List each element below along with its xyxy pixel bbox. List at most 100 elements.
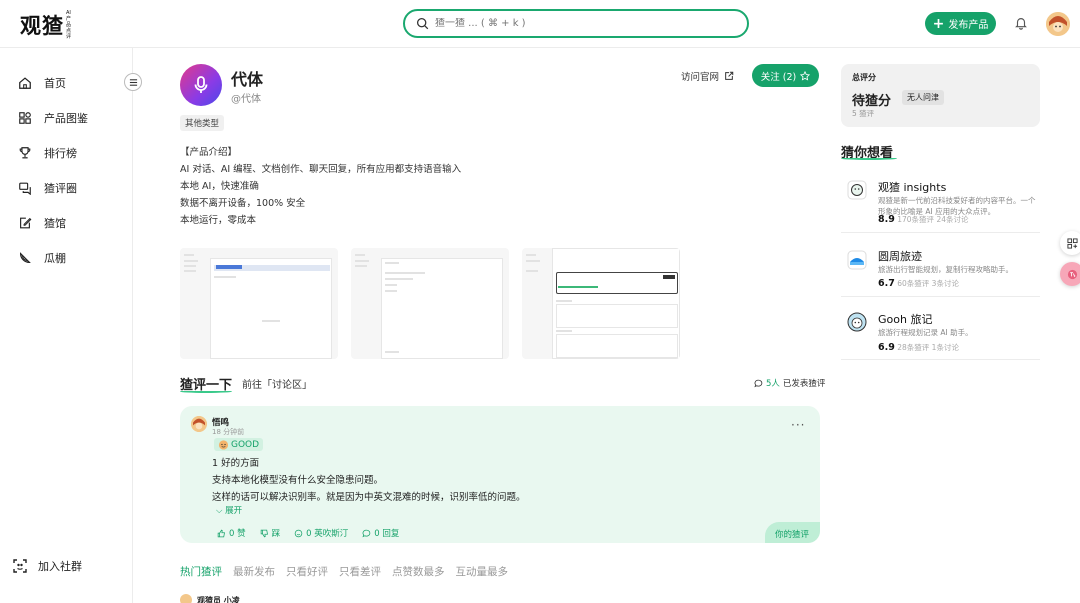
- screenshot-gallery: [180, 248, 680, 359]
- search-bar[interactable]: [403, 9, 749, 38]
- recommend-meta: 6.7 60条猹评 3条讨论: [878, 278, 959, 289]
- product-screenshot[interactable]: [180, 248, 338, 359]
- goto-discussion-link[interactable]: 前往「讨论区」: [242, 376, 312, 391]
- reviewer-avatar[interactable]: [191, 416, 207, 432]
- rating-badge: GOOD: [214, 438, 264, 451]
- recommend-reviews: 28条猹评: [897, 343, 930, 352]
- recommend-discuss: 24条讨论: [936, 215, 969, 224]
- score-review-count: 5 猹评: [852, 109, 875, 118]
- join-community-button[interactable]: 加入社群: [12, 558, 82, 574]
- external-link-icon: [725, 71, 734, 80]
- tab-hot[interactable]: 热门猹评: [180, 564, 222, 579]
- next-reviewer-avatar[interactable]: [180, 594, 192, 603]
- smile-icon: [294, 529, 303, 537]
- sidebar-item-label: 瓜棚: [44, 252, 66, 265]
- recommend-name: Gooh 旅记: [878, 313, 933, 326]
- interesting-button[interactable]: 0 英吹斯汀: [294, 527, 348, 539]
- product-thumb-icon: [847, 312, 867, 332]
- scan-icon: [13, 559, 27, 573]
- interesting-count: 0 英吹斯汀: [306, 529, 349, 539]
- expand-label: 展开: [225, 506, 243, 516]
- recommend-score: 8.9: [878, 214, 895, 225]
- logo-text: 观猹: [20, 13, 64, 38]
- tab-most-interaction[interactable]: 互动量最多: [456, 564, 509, 579]
- sidebar-item-products[interactable]: 产品图鉴: [18, 110, 88, 126]
- product-description: 【产品介绍】 AI 对话、AI 编程、文档创作、聊天回复，所有应用都支持语音输入…: [180, 144, 461, 229]
- score-label: 总评分: [852, 73, 876, 82]
- join-label: 加入社群: [38, 560, 82, 573]
- apps-icon: [1066, 237, 1078, 249]
- user-avatar[interactable]: [1046, 12, 1070, 36]
- visit-website-link[interactable]: 访问官网: [681, 69, 734, 83]
- title-underline: [841, 157, 897, 160]
- chat-icon: [19, 182, 31, 195]
- sidebar-item-label: 猹评圈: [44, 182, 77, 195]
- description-line: 本地运行，零成本: [180, 215, 257, 226]
- product-category-tag[interactable]: 其他类型: [180, 115, 225, 131]
- tab-most-liked[interactable]: 点赞数最多: [392, 564, 445, 579]
- description-line: 【产品介绍】: [180, 147, 238, 158]
- reply-button[interactable]: 0 回复: [362, 527, 399, 539]
- sidebar-item-hall[interactable]: 猹馆: [18, 215, 66, 231]
- sidebar-item-review-circle[interactable]: 猹评圈: [18, 180, 77, 196]
- review-sort-tabs: 热门猹评 最新发布 只看好评 只看差评 点赞数最多 互动量最多: [180, 564, 508, 579]
- description-line: 数据不离开设备，100% 安全: [180, 198, 306, 209]
- more-options-icon[interactable]: ···: [791, 418, 805, 432]
- recommend-discuss: 3条讨论: [931, 279, 959, 288]
- collapse-sidebar-button[interactable]: [124, 73, 142, 91]
- comment-icon: [754, 379, 763, 387]
- recommend-item[interactable]: 观猹 insights 观猹是新一代前沿科技爱好者的内容平台。一个形象的比喻是 …: [841, 170, 1040, 233]
- review-section-title: 猹评一下: [180, 374, 232, 393]
- follow-button[interactable]: 关注 (2): [752, 64, 819, 87]
- sidebar-item-label: 排行榜: [44, 147, 77, 160]
- dislike-button[interactable]: 踩: [260, 527, 281, 539]
- score-value: 待猹分: [852, 94, 892, 109]
- recommend-item[interactable]: 圆周旅迹 旅游出行智能规划，复制行程攻略助手。 6.7 60条猹评 3条讨论: [841, 234, 1040, 297]
- next-reviewer-name[interactable]: 观猹员 小凌: [197, 595, 240, 603]
- your-review-tag: 你的猹评: [765, 522, 820, 543]
- recommend-meta: 8.9 170条猹评 24条讨论: [878, 214, 969, 225]
- description-line: AI 对话、AI 编程、文档创作、聊天回复，所有应用都支持语音输入: [180, 164, 462, 175]
- thumbs-down-icon: [260, 529, 268, 537]
- product-screenshot[interactable]: [351, 248, 509, 359]
- expand-button[interactable]: ⌵ 展开: [216, 504, 242, 516]
- dislike-label: 踩: [271, 529, 281, 539]
- review-card: 悟鸣 18 分钟前 GOOD 1 好的方面 支持本地化模型没有什么安全隐患问题。…: [180, 406, 820, 543]
- product-screenshot[interactable]: [522, 248, 680, 359]
- publish-label: 发布产品: [948, 20, 989, 31]
- like-count: 0 赞: [229, 529, 246, 539]
- floating-apps-button[interactable]: [1060, 231, 1080, 255]
- review-actions: 0 赞 踩 0 英吹斯汀 0 回复: [217, 527, 399, 539]
- recommend-desc: 旅游出行智能规划，复制行程攻略助手。: [878, 265, 1013, 274]
- rating-emoji-icon: [218, 440, 229, 450]
- sidebar-item-label: 产品图鉴: [44, 112, 88, 125]
- translate-icon: [1067, 269, 1077, 279]
- tab-negative[interactable]: 只看差评: [339, 564, 381, 579]
- star-icon: [800, 70, 811, 81]
- sidebar-item-home[interactable]: 首页: [18, 75, 66, 91]
- sidebar-item-melon[interactable]: 瓜棚: [18, 250, 66, 266]
- review-line: 1 好的方面: [212, 458, 260, 469]
- next-review-preview: 观猹员 小凌: [180, 594, 240, 603]
- like-button[interactable]: 0 赞: [217, 527, 246, 539]
- site-logo[interactable]: 观猹 AI产品点评: [20, 10, 74, 40]
- recommend-item[interactable]: Gooh 旅记 旅游行程规划记录 AI 助手。 6.9 28条猹评 1条讨论: [841, 298, 1040, 360]
- reply-count: 0 回复: [374, 529, 400, 539]
- top-header: 观猹 AI产品点评 + 发布产品: [0, 0, 1080, 48]
- review-count-number: 5人: [766, 379, 780, 389]
- publish-product-button[interactable]: + 发布产品: [925, 12, 996, 35]
- tab-latest[interactable]: 最新发布: [233, 564, 275, 579]
- bell-icon[interactable]: [1014, 16, 1028, 30]
- edit-icon: [20, 217, 32, 229]
- floating-translate-button[interactable]: [1060, 262, 1080, 286]
- recommend-score: 6.9: [878, 342, 895, 353]
- logo-tagline: AI产品点评: [66, 10, 72, 40]
- tab-positive[interactable]: 只看好评: [286, 564, 328, 579]
- thumbs-up-icon: [217, 529, 225, 537]
- follow-label: 关注 (2): [760, 71, 797, 83]
- recommend-reviews: 60条猹评: [897, 279, 930, 288]
- search-input[interactable]: [435, 18, 715, 29]
- sidebar-item-ranking[interactable]: 排行榜: [18, 145, 77, 161]
- sidebar-item-label: 首页: [44, 77, 66, 90]
- trophy-icon: [19, 147, 31, 159]
